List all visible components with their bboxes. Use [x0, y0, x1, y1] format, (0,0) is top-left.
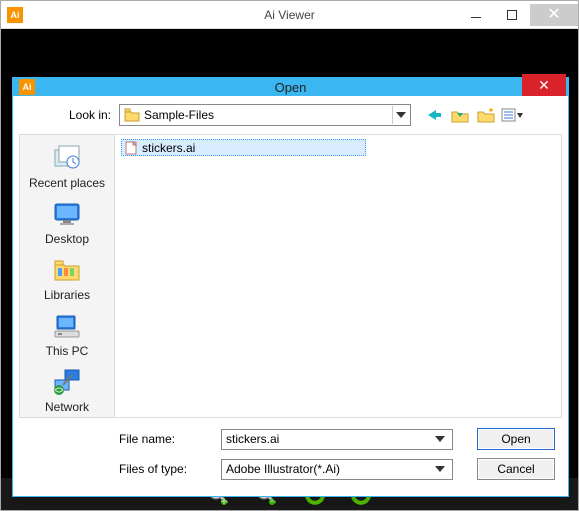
- network-icon: [51, 366, 83, 398]
- dialog-titlebar[interactable]: Ai Open ✕: [13, 78, 568, 96]
- lookin-value: Sample-Files: [144, 108, 392, 122]
- folder-icon: [124, 108, 140, 122]
- lookin-combo[interactable]: Sample-Files: [119, 104, 411, 126]
- open-button[interactable]: Open: [477, 428, 555, 450]
- dialog-title: Open: [275, 80, 307, 95]
- up-folder-icon[interactable]: [451, 106, 469, 124]
- dialog-body: Look in: Sample-Files: [13, 96, 568, 496]
- lookin-row: Look in: Sample-Files: [19, 102, 562, 128]
- sidebar-item-desktop[interactable]: Desktop: [23, 195, 111, 249]
- filename-input[interactable]: stickers.ai: [221, 429, 453, 450]
- file-name: stickers.ai: [142, 141, 195, 155]
- dialog-app-icon: Ai: [19, 79, 35, 95]
- thispc-icon: [51, 310, 83, 342]
- app-icon: Ai: [7, 7, 23, 23]
- filetype-label: Files of type:: [119, 462, 221, 476]
- chevron-down-icon[interactable]: [432, 460, 448, 478]
- dialog-close-button[interactable]: ✕: [522, 74, 566, 96]
- sidebar-item-thispc[interactable]: This PC: [23, 307, 111, 361]
- filetype-row: Files of type: Adobe Illustrator(*.Ai) C…: [119, 456, 556, 482]
- places-sidebar: Recent places Desktop Libr: [19, 134, 115, 418]
- main-titlebar[interactable]: Ai Ai Viewer ✕: [1, 1, 578, 29]
- new-folder-icon[interactable]: [477, 106, 495, 124]
- ai-file-icon: [124, 141, 138, 155]
- chevron-down-icon[interactable]: [432, 430, 448, 448]
- file-list[interactable]: stickers.ai: [115, 134, 562, 418]
- recent-places-icon: [51, 142, 83, 174]
- sidebar-item-label: Desktop: [45, 232, 89, 246]
- lookin-label: Look in:: [19, 108, 119, 122]
- open-dialog: Ai Open ✕ Look in: Sample-Files: [12, 77, 569, 497]
- sidebar-item-label: Libraries: [44, 288, 90, 302]
- sidebar-item-label: Recent places: [29, 176, 105, 190]
- minimize-button[interactable]: [458, 4, 494, 26]
- sidebar-item-label: Network: [45, 400, 89, 414]
- window-controls: ✕: [458, 4, 578, 26]
- back-icon[interactable]: [425, 106, 443, 124]
- dialog-bottom: File name: stickers.ai Open Files of typ…: [19, 418, 562, 486]
- chevron-down-icon[interactable]: [392, 106, 408, 124]
- sidebar-item-network[interactable]: Network: [23, 363, 111, 417]
- main-window-title: Ai Viewer: [264, 8, 314, 22]
- filename-row: File name: stickers.ai Open: [119, 426, 556, 452]
- cancel-button[interactable]: Cancel: [477, 458, 555, 480]
- filename-value: stickers.ai: [226, 432, 432, 446]
- desktop-icon: [51, 198, 83, 230]
- maximize-button[interactable]: [494, 4, 530, 26]
- nav-icon-group: [425, 106, 521, 124]
- filename-label: File name:: [119, 432, 221, 446]
- main-window: Ai Ai Viewer ✕ + - Ai Op: [0, 0, 579, 511]
- view-menu-icon[interactable]: [503, 106, 521, 124]
- close-button[interactable]: ✕: [530, 4, 578, 26]
- libraries-icon: [51, 254, 83, 286]
- file-item[interactable]: stickers.ai: [121, 139, 366, 156]
- main-content: + - Ai Open ✕ Look in:: [1, 29, 578, 510]
- sidebar-item-recent[interactable]: Recent places: [23, 139, 111, 193]
- main-area: Recent places Desktop Libr: [19, 134, 562, 418]
- sidebar-item-libraries[interactable]: Libraries: [23, 251, 111, 305]
- filetype-value: Adobe Illustrator(*.Ai): [226, 462, 432, 476]
- filetype-select[interactable]: Adobe Illustrator(*.Ai): [221, 459, 453, 480]
- sidebar-item-label: This PC: [46, 344, 89, 358]
